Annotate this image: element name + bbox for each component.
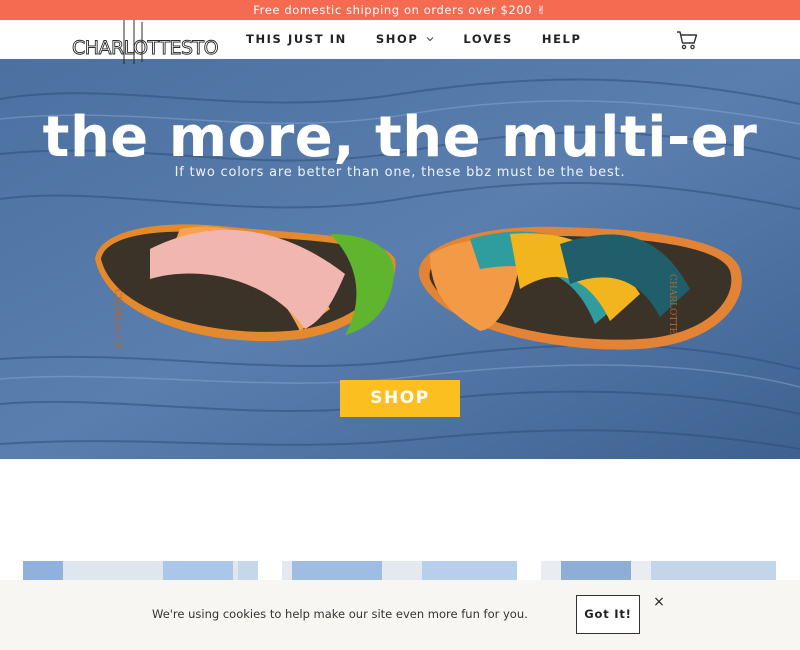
main-nav: THIS JUST IN SHOP LOVES HELP bbox=[246, 32, 610, 46]
announcement-bar: Free domestic shipping on orders over $2… bbox=[0, 0, 800, 20]
nav-item-help[interactable]: HELP bbox=[542, 32, 582, 46]
nav-item-loves[interactable]: LOVES bbox=[463, 32, 512, 46]
cart-icon[interactable] bbox=[676, 30, 698, 50]
announcement-text: Free domestic shipping on orders over $2… bbox=[253, 3, 547, 17]
brand-logo[interactable]: CHARLOTTESTONE bbox=[72, 18, 218, 66]
hero-banner[interactable]: CHARLOTTE CHARLOTTE the more, the multi-… bbox=[0, 59, 800, 459]
cookie-accept-button[interactable]: Got It! bbox=[576, 595, 640, 634]
nav-item-this-just-in[interactable]: THIS JUST IN bbox=[246, 32, 347, 46]
svg-text:CHARLOTTESTONE: CHARLOTTESTONE bbox=[72, 37, 218, 59]
nav-item-label: HELP bbox=[541, 32, 582, 46]
svg-text:CHARLOTTE: CHARLOTTE bbox=[112, 289, 122, 349]
nav-item-label: SHOP bbox=[375, 32, 419, 46]
hero-title: the more, the multi-er bbox=[42, 105, 758, 170]
nav-item-label: THIS JUST IN bbox=[246, 32, 347, 46]
cookie-message: We're using cookies to help make our sit… bbox=[152, 607, 528, 621]
nav-item-label: LOVES bbox=[463, 32, 513, 46]
cookie-banner: We're using cookies to help make our sit… bbox=[0, 580, 800, 650]
svg-text:CHARLOTTE: CHARLOTTE bbox=[667, 274, 677, 334]
chevron-down-icon bbox=[427, 37, 434, 42]
hero-shop-button[interactable]: SHOP bbox=[340, 380, 460, 417]
hero-subtitle: If two colors are better than one, these… bbox=[174, 165, 626, 180]
close-icon[interactable]: × bbox=[652, 595, 666, 609]
nav-item-shop[interactable]: SHOP bbox=[376, 32, 435, 46]
